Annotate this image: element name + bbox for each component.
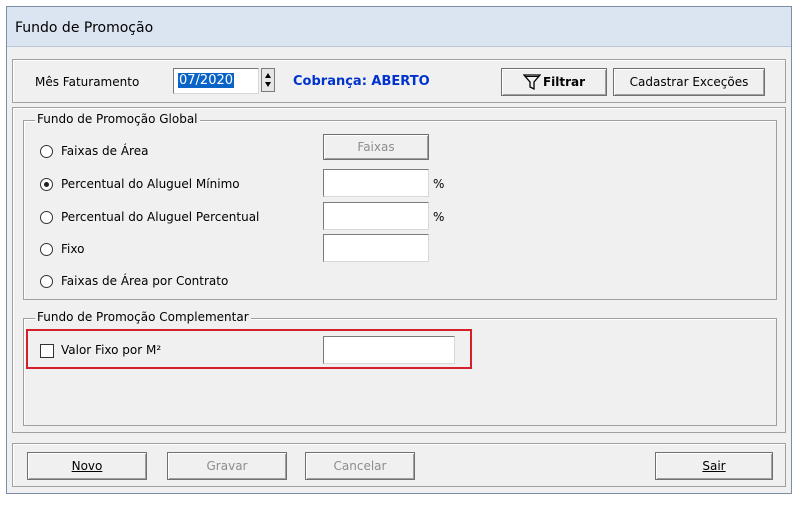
footer-panel: Novo Gravar Cancelar Sair [12,443,786,487]
global-legend: Fundo de Promoção Global [35,112,200,126]
radio-faixas-area[interactable] [40,145,53,158]
radio-faixas-contrato[interactable] [40,275,53,288]
fixo-input[interactable] [323,234,429,262]
filter-icon [522,74,541,91]
filtrar-button[interactable]: Filtrar [501,68,607,96]
gravar-label: Gravar [206,459,248,473]
spin-down-icon[interactable] [265,82,271,87]
mes-faturamento-label: Mês Faturamento [35,75,140,89]
percentual-minimo-label: Percentual do Aluguel Mínimo [61,177,240,191]
filtrar-label: Filtrar [542,75,586,89]
percentual-percentual-input[interactable] [323,202,429,230]
cancelar-button[interactable]: Cancelar [305,452,415,480]
cadastrar-label: Cadastrar Exceções [629,75,749,89]
percentual-minimo-input[interactable] [323,169,429,197]
radio-percentual-minimo[interactable] [40,178,53,191]
faixas-area-label: Faixas de Área [61,144,149,158]
spin-up-icon[interactable] [265,73,271,78]
novo-button[interactable]: Novo [27,452,147,480]
cadastrar-excecoes-button[interactable]: Cadastrar Exceções [613,68,765,96]
sair-button[interactable]: Sair [655,452,773,480]
faixas-button[interactable]: Faixas [323,134,429,160]
mes-faturamento-input[interactable]: 07/2020 [173,68,259,94]
novo-label: Novo [71,459,103,473]
mes-faturamento-value: 07/2020 [178,73,235,88]
fixo-label: Fixo [61,242,85,256]
main-window: Fundo de Promoção Mês Faturamento 07/202… [6,6,792,494]
mes-spinner[interactable] [261,68,275,92]
faixas-contrato-label: Faixas de Área por Contrato [61,274,229,288]
window-title: Fundo de Promoção [15,20,154,36]
header-panel: Mês Faturamento 07/2020 Cobrança: ABERTO… [12,59,786,103]
radio-percentual-percentual[interactable] [40,211,53,224]
complementar-legend: Fundo de Promoção Complementar [35,310,251,324]
radio-fixo[interactable] [40,243,53,256]
cancelar-label: Cancelar [333,459,387,473]
title-bar: Fundo de Promoção [7,7,791,47]
percentual-percentual-label: Percentual do Aluguel Percentual [61,210,260,224]
highlight-box [26,329,472,369]
sair-label: Sair [702,459,726,473]
percent-symbol-minimo: % [433,177,445,191]
cobranca-status: Cobrança: ABERTO [293,74,430,89]
content-panel: Fundo de Promoção Global Faixas de Área … [12,107,786,433]
faixas-button-label: Faixas [357,140,395,154]
gravar-button[interactable]: Gravar [167,452,287,480]
percent-symbol-percentual: % [433,210,445,224]
